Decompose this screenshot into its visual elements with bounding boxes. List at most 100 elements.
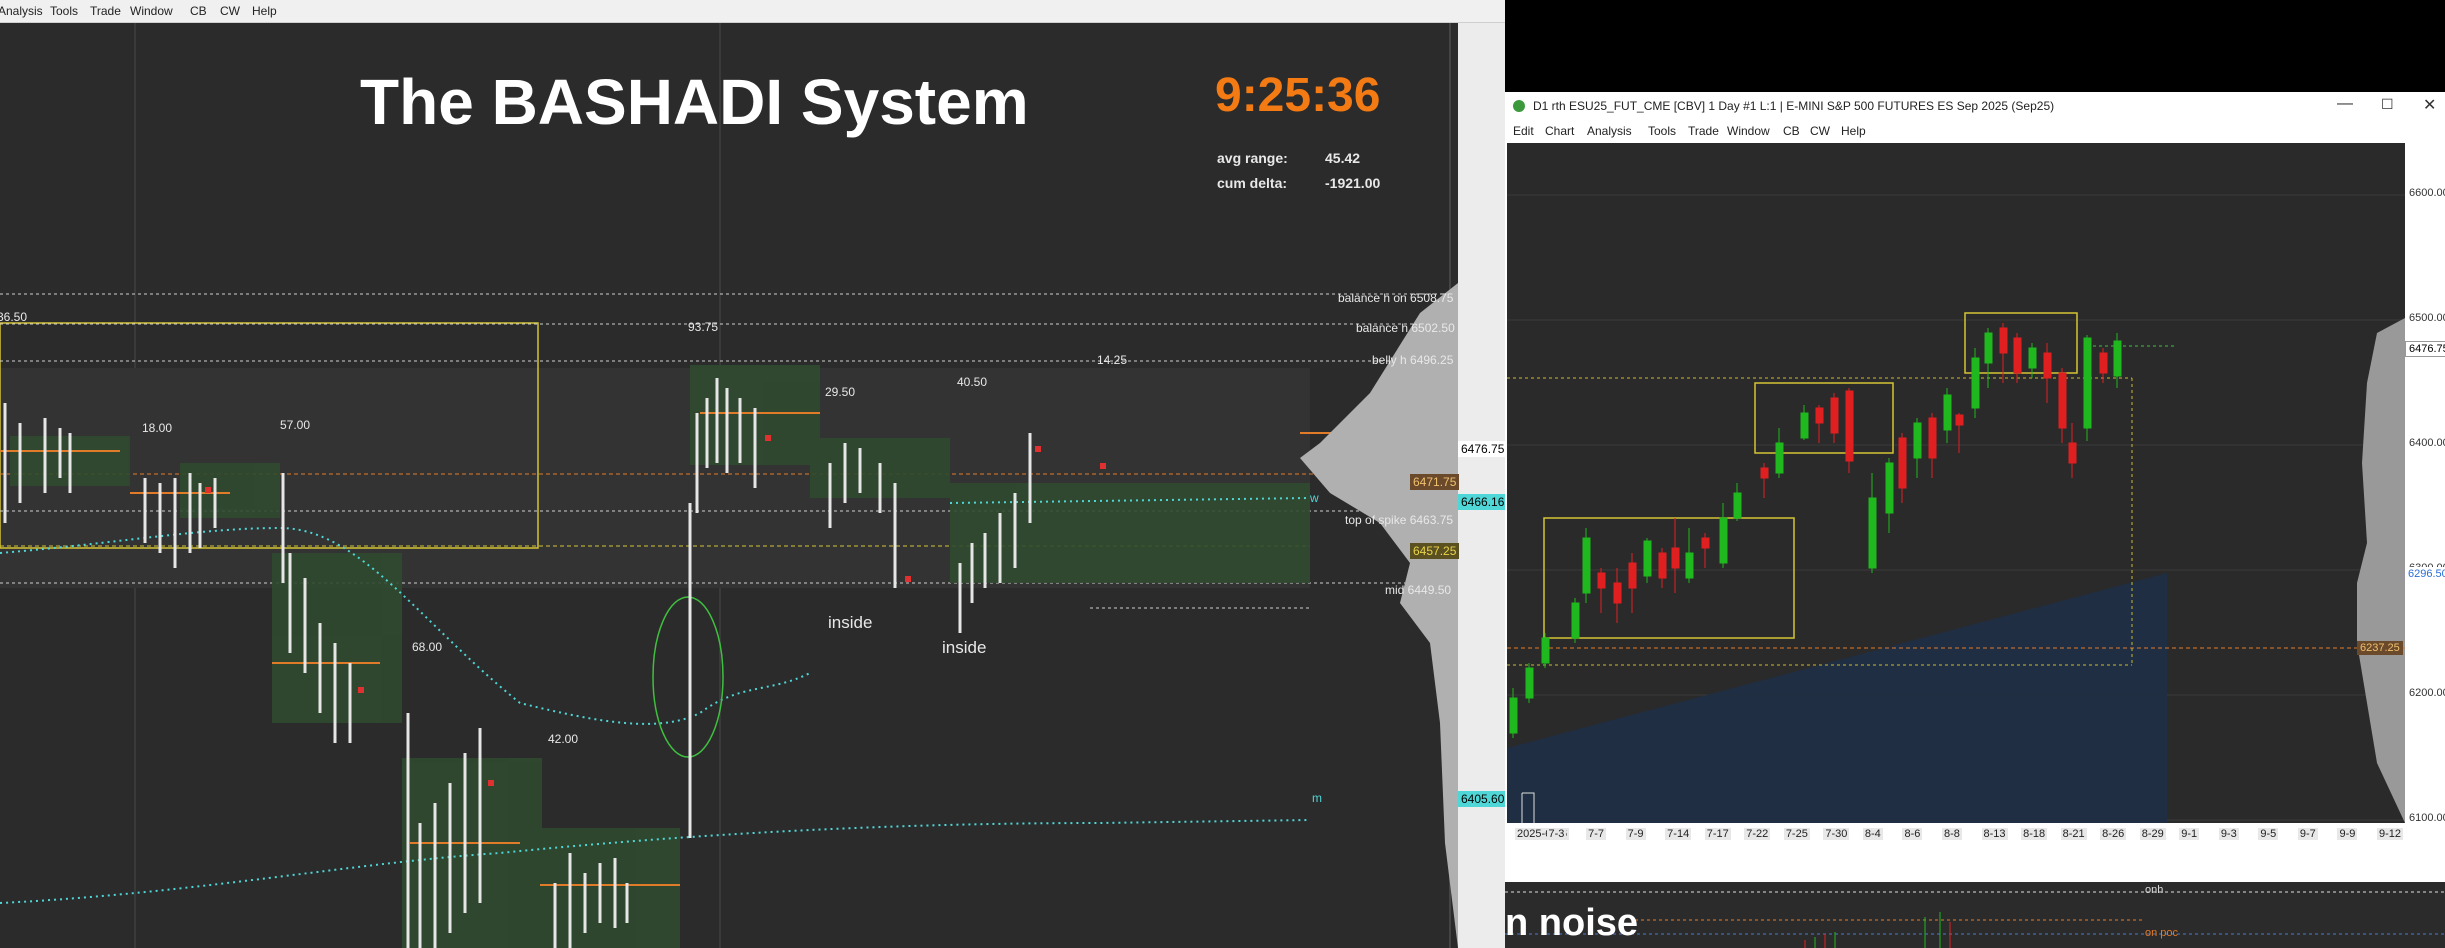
bar-label: 36.50 — [0, 310, 28, 324]
bar-label: 68.00 — [412, 640, 443, 654]
bar-label: 57.00 — [280, 418, 311, 432]
inside-annotation: inside — [942, 638, 987, 657]
date-tick: 8-29 — [2139, 828, 2166, 840]
menu-tools[interactable]: Tools — [50, 4, 78, 18]
app-icon — [1513, 100, 1525, 112]
menu-cw[interactable]: CW — [1810, 124, 1830, 138]
screen-gap — [1505, 0, 2445, 92]
level-label-balance-h: balance h 6502.50 — [1356, 321, 1455, 335]
date-tick: 7-14 — [1665, 828, 1692, 840]
date-tick: 8-8 — [1942, 828, 1962, 840]
value-area-shade — [1507, 573, 2167, 823]
daily-volume-profile — [2357, 318, 2405, 823]
date-tick: 7-7 — [1586, 828, 1606, 840]
date-tick: 8-18 — [2021, 828, 2048, 840]
on-poc-label: on poc — [2145, 927, 2179, 939]
left-menubar: Analysis Tools Trade Window CB CW Help — [0, 0, 1505, 23]
price-tag: 6457.25 — [1410, 543, 1460, 559]
date-tick: 8-21 — [2060, 828, 2087, 840]
left-price-axis[interactable]: 6476.75 6471.75 6466.16 6457.25 6405.60 — [1410, 23, 1508, 948]
date-tick: 8-6 — [1902, 828, 1923, 840]
price-tag: 6296.50 — [2405, 567, 2445, 581]
date-tick: 7-22 — [1744, 828, 1771, 840]
date-tick: 9-7 — [2297, 828, 2318, 840]
vwap-marker-m: m — [1312, 791, 1322, 805]
date-tick: 9-9 — [2337, 828, 2358, 840]
price-tag: 6405.60 — [1458, 791, 1508, 807]
menu-help[interactable]: Help — [1841, 124, 1866, 138]
vwap-marker-w: w — [1310, 491, 1319, 505]
date-tick: 7-30 — [1823, 828, 1850, 840]
menu-cb[interactable]: CB — [1783, 124, 1800, 138]
bar-label: 14.25 — [1097, 353, 1128, 367]
system-title: The BASHADI System — [360, 66, 1029, 138]
avg-range-label: avg range: — [1217, 150, 1288, 166]
date-tick: 8-4 — [1862, 828, 1883, 840]
price-tag: 6476.75 — [2405, 341, 2445, 357]
daily-candle-canvas — [1507, 194, 2405, 823]
level-label-top-of-spike: top of spike 6463.75 — [1345, 513, 1454, 527]
bar-label: 18.00 — [142, 421, 173, 435]
date-tick: 7-3 — [1546, 828, 1567, 840]
axis-tick: 6600.00 — [2409, 187, 2445, 199]
axis-tick: 6500.00 — [2409, 312, 2445, 324]
window-bottom-bar — [1505, 847, 2445, 882]
bar-label: 42.00 — [548, 732, 579, 746]
minimize-icon[interactable]: — — [2337, 95, 2353, 113]
cum-delta-label: cum delta: — [1217, 175, 1288, 191]
bottom-title-fragment: n noise — [1505, 902, 1639, 944]
balance-box — [1543, 517, 1795, 639]
window-menubar: Edit Chart Analysis Tools Trade Window C… — [1505, 120, 2445, 142]
spike-ellipse — [652, 596, 724, 758]
date-tick: 9-1 — [2179, 828, 2200, 840]
date-tick: 9-12 — [2377, 828, 2404, 840]
session-clock: 9:25:36 — [1215, 69, 1381, 122]
menu-help[interactable]: Help — [252, 4, 277, 18]
price-tag: 6471.75 — [1410, 474, 1460, 490]
price-tag: 6466.16 — [1458, 494, 1508, 510]
daily-candle-chart[interactable] — [1507, 143, 2405, 823]
axis-tick: 6200.00 — [2409, 687, 2445, 699]
onh-label: onh — [2145, 884, 2164, 896]
date-tick: 8-13 — [1981, 828, 2008, 840]
maximize-icon[interactable]: ☐ — [2381, 96, 2394, 113]
date-tick: 9-3 — [2218, 828, 2239, 840]
avg-range-value: 45.42 — [1325, 150, 1361, 166]
menu-tools[interactable]: Tools — [1648, 124, 1676, 138]
date-tick: 8-26 — [2100, 828, 2127, 840]
footprint-chart[interactable]: The BASHADI System 9:25:36 avg range: 45… — [0, 23, 1458, 948]
menu-cw[interactable]: CW — [220, 4, 240, 18]
menu-trade[interactable]: Trade — [90, 4, 121, 18]
axis-tick: 6100.00 — [2409, 812, 2445, 824]
menu-window[interactable]: Window — [130, 4, 173, 18]
menu-analysis[interactable]: Analysis — [0, 4, 43, 18]
menu-trade[interactable]: Trade — [1688, 124, 1719, 138]
menu-edit[interactable]: Edit — [1513, 124, 1534, 138]
window-titlebar[interactable]: D1 rth ESU25_FUT_CME [CBV] 1 Day #1 L:1 … — [1505, 92, 2445, 120]
date-axis[interactable]: 2025-6-26 7-3 7-7 7-9 7-14 7-17 7-22 7-25 7-30 8-… — [1507, 823, 2405, 847]
bar-label: 29.50 — [825, 385, 856, 399]
bottom-strip: n noise onh on poc — [1505, 882, 2445, 948]
date-tick: 7-9 — [1625, 828, 1646, 840]
menu-window[interactable]: Window — [1727, 124, 1770, 138]
volume-profile — [1300, 283, 1458, 948]
menu-cb[interactable]: CB — [190, 4, 207, 18]
menu-chart[interactable]: Chart — [1545, 124, 1574, 138]
level-label-balance-h-on: balance h on 6508.75 — [1338, 291, 1454, 305]
price-tag: 6476.75 — [1458, 441, 1508, 457]
date-tick: 9-5 — [2258, 828, 2279, 840]
axis-tick: 6400.00 — [2409, 437, 2445, 449]
inside-annotation: inside — [828, 613, 873, 632]
level-label-belly-h: belly h 6496.25 — [1372, 353, 1454, 367]
bar-label: 40.50 — [957, 375, 988, 389]
price-tag: 6237.25 — [2357, 641, 2403, 655]
close-icon[interactable]: ✕ — [2423, 95, 2436, 115]
level-label-mid: mid 6449.50 — [1385, 583, 1452, 597]
daily-price-axis[interactable]: 6600.00 6500.00 6400.00 6300.00 6200.00 … — [2357, 143, 2445, 824]
date-tick: 7-17 — [1704, 828, 1731, 840]
bar-label: 93.75 — [688, 320, 719, 334]
date-tick: 7-25 — [1783, 828, 1810, 840]
menu-analysis[interactable]: Analysis — [1587, 124, 1632, 138]
cum-delta-value: -1921.00 — [1325, 175, 1381, 191]
window-title: D1 rth ESU25_FUT_CME [CBV] 1 Day #1 L:1 … — [1533, 99, 2055, 113]
